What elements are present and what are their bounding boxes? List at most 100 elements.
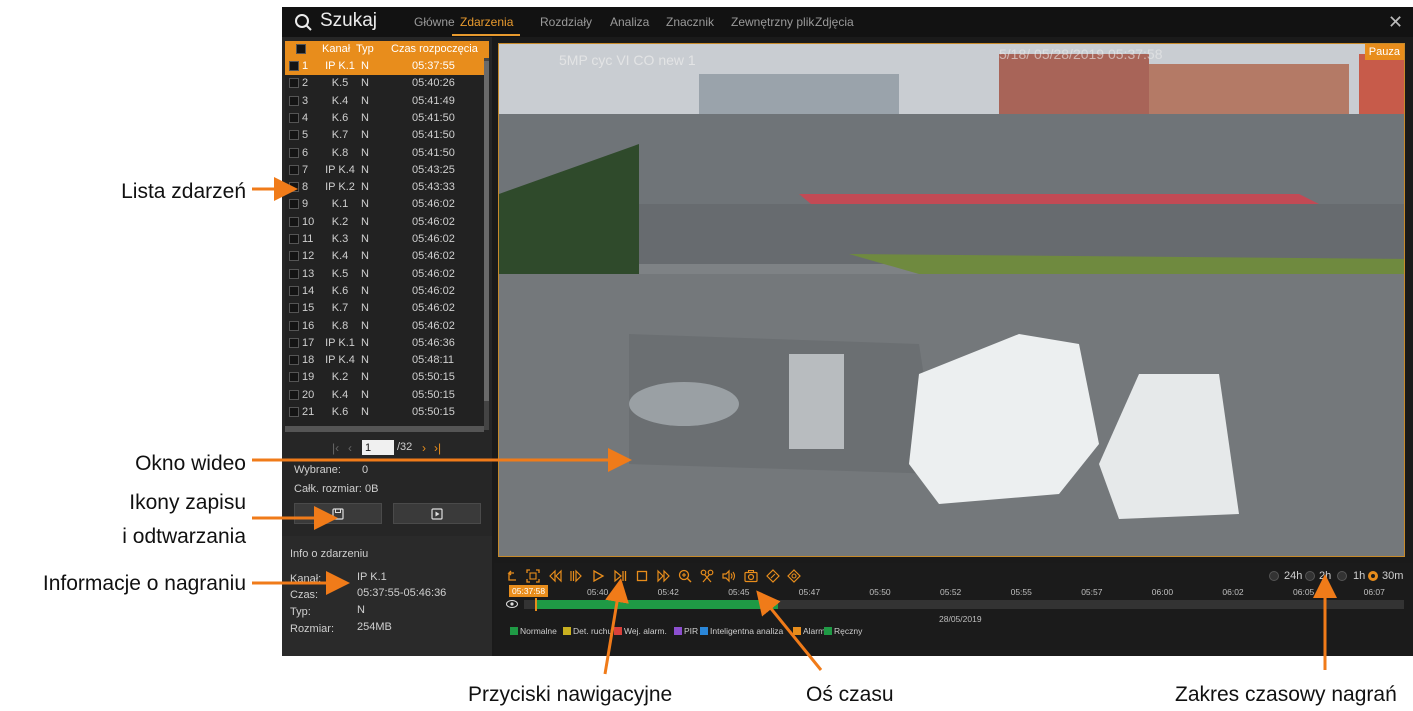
row-checkbox[interactable] (289, 389, 299, 400)
audio-icon[interactable] (722, 569, 736, 583)
table-row[interactable]: 21 K.6 N 05:50:15 (285, 404, 485, 421)
tag-icon[interactable] (765, 569, 780, 583)
rewind-icon[interactable] (548, 569, 562, 583)
row-checkbox[interactable] (289, 199, 299, 210)
row-number: 4 (302, 111, 309, 124)
row-start-time: 05:41:50 (412, 146, 455, 159)
timeline-tick: 05:47 (798, 587, 821, 597)
table-row[interactable]: 12 K.4 N 05:46:02 (285, 248, 485, 265)
legend-swatch (563, 627, 571, 635)
row-checkbox[interactable] (289, 112, 299, 123)
table-row[interactable]: 6 K.8 N 05:41:50 (285, 145, 485, 162)
table-row[interactable]: 17 IP K.1 N 05:46:36 (285, 335, 485, 352)
row-channel: K.7 (331, 129, 349, 142)
table-row[interactable]: 7 IP K.4 N 05:43:25 (285, 162, 485, 179)
row-checkbox[interactable] (289, 337, 299, 348)
playback-button[interactable] (393, 503, 481, 524)
back-icon[interactable] (504, 569, 518, 583)
tab-marker[interactable]: Znacznik (666, 15, 714, 29)
video-window[interactable]: 5MP cyc VI CO new 1 5/18/ 05/28/2019 05:… (498, 43, 1405, 557)
table-row[interactable]: 14 K.6 N 05:46:02 (285, 283, 485, 300)
table-row[interactable]: 10 K.2 N 05:46:02 (285, 214, 485, 231)
row-checkbox[interactable] (289, 268, 299, 279)
first-page-icon[interactable]: |‹ (332, 441, 339, 455)
row-start-time: 05:46:02 (412, 215, 455, 228)
row-checkbox[interactable] (289, 147, 299, 158)
row-channel: K.6 (331, 284, 349, 297)
row-checkbox[interactable] (289, 78, 299, 89)
prev-page-icon[interactable]: ‹ (348, 441, 352, 455)
vertical-scrollbar[interactable] (484, 58, 489, 430)
playhead[interactable] (534, 598, 537, 611)
step-icon[interactable] (613, 569, 627, 583)
row-checkbox[interactable] (289, 303, 299, 314)
select-all-checkbox[interactable] (296, 44, 306, 54)
next-page-icon[interactable]: › (422, 441, 426, 455)
table-row[interactable]: 1 IP K.1 N 05:37:55 (285, 58, 485, 75)
snapshot-icon[interactable] (744, 569, 758, 583)
row-checkbox[interactable] (289, 355, 299, 366)
eye-icon[interactable] (506, 599, 518, 609)
row-checkbox[interactable] (289, 372, 299, 383)
scroll-thumb[interactable] (484, 61, 489, 401)
row-checkbox[interactable] (289, 407, 299, 417)
row-checkbox[interactable] (289, 251, 299, 262)
table-row[interactable]: 19 K.2 N 05:50:15 (285, 369, 485, 386)
table-row[interactable]: 3 K.4 N 05:41:49 (285, 93, 485, 110)
range-30m-radio[interactable] (1368, 571, 1378, 581)
row-checkbox[interactable] (289, 285, 299, 296)
event-info-title: Info o zdarzeniu (290, 548, 369, 560)
tab-events[interactable]: Zdarzenia (460, 15, 513, 29)
zoom-icon[interactable] (678, 569, 692, 583)
annotation-record-icons-1: Ikony zapisu (129, 491, 246, 514)
channel-label: Kanał: (290, 573, 322, 585)
table-row[interactable]: 13 K.5 N 05:46:02 (285, 266, 485, 283)
row-checkbox[interactable] (289, 61, 299, 71)
table-row[interactable]: 8 IP K.2 N 05:43:33 (285, 179, 485, 196)
table-row[interactable]: 11 K.3 N 05:46:02 (285, 231, 485, 248)
row-checkbox[interactable] (289, 216, 299, 227)
table-row[interactable]: 9 K.1 N 05:46:02 (285, 196, 485, 213)
last-page-icon[interactable]: ›| (434, 441, 441, 455)
row-checkbox[interactable] (289, 234, 299, 244)
table-row[interactable]: 2 K.5 N 05:40:26 (285, 75, 485, 92)
row-type: N (361, 77, 369, 90)
timeline-track[interactable] (524, 598, 1404, 611)
table-row[interactable]: 16 K.8 N 05:46:02 (285, 318, 485, 335)
play-icon[interactable] (591, 569, 605, 583)
custom-tag-icon[interactable] (787, 569, 802, 583)
tab-analysis[interactable]: Analiza (610, 15, 649, 29)
table-row[interactable]: 20 K.4 N 05:50:15 (285, 387, 485, 404)
table-row[interactable]: 18 IP K.4 N 05:48:11 (285, 352, 485, 369)
clip-icon[interactable] (700, 569, 714, 583)
row-start-time: 05:41:50 (412, 111, 455, 124)
fullscreen-icon[interactable] (526, 569, 540, 583)
slow-icon[interactable] (569, 569, 583, 583)
tab-main[interactable]: Główne (414, 15, 455, 29)
timeline-tick: 05:40 (587, 587, 609, 597)
row-checkbox[interactable] (289, 164, 299, 175)
table-row[interactable]: 15 K.7 N 05:46:02 (285, 300, 485, 317)
horizontal-scrollbar[interactable] (285, 426, 484, 432)
fast-forward-icon[interactable] (656, 569, 671, 583)
legend-swatch (674, 627, 682, 635)
table-row[interactable]: 5 K.7 N 05:41:50 (285, 127, 485, 144)
page-number-input[interactable] (362, 440, 394, 455)
table-row[interactable]: 4 K.6 N 05:41:50 (285, 110, 485, 127)
row-checkbox[interactable] (289, 130, 299, 141)
tab-chapters[interactable]: Rozdziały (540, 15, 592, 29)
range-1h-radio[interactable] (1337, 571, 1347, 581)
range-24h-radio[interactable] (1269, 571, 1279, 581)
search-window: Szukaj Główne Zdarzenia Rozdziały Analiz… (282, 7, 1413, 656)
row-checkbox[interactable] (289, 95, 299, 106)
row-checkbox[interactable] (289, 320, 299, 331)
stop-icon[interactable] (635, 569, 649, 583)
annotation-record-icons-2: i odtwarzania (122, 525, 246, 548)
tab-external-file[interactable]: Zewnętrzny plik (731, 15, 814, 29)
save-button[interactable] (294, 503, 382, 524)
range-2h-radio[interactable] (1305, 571, 1315, 581)
row-checkbox[interactable] (289, 182, 299, 193)
tab-photos[interactable]: Zdjęcia (815, 15, 854, 29)
top-bar: Szukaj Główne Zdarzenia Rozdziały Analiz… (282, 7, 1413, 37)
close-icon[interactable]: ✕ (1388, 13, 1403, 31)
